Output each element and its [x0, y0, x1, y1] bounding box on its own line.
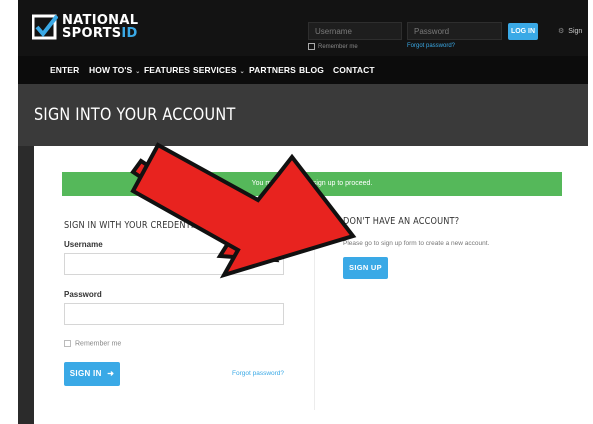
nav-item-services[interactable]: SERVICES ⌄	[193, 56, 245, 84]
nav-label: FEATURES	[144, 65, 190, 75]
remember-me[interactable]: Remember me	[64, 340, 121, 347]
column-divider	[314, 230, 315, 410]
remember-label: Remember me	[75, 340, 122, 348]
remember-checkbox[interactable]	[64, 340, 71, 347]
header-remember-me[interactable]: Remember me	[308, 43, 358, 50]
logo-line-sports: SPORTSID	[62, 27, 138, 40]
password-input[interactable]	[64, 303, 284, 325]
info-alert: You must sign in or sign up to proceed.	[62, 172, 562, 196]
nav-label: ENTER	[50, 65, 80, 75]
signup-description: Please go to sign up form to create a ne…	[343, 240, 490, 247]
username-input[interactable]	[64, 253, 284, 275]
nav-label: HOW TO'S	[89, 65, 133, 75]
header-login-button[interactable]: LOG IN	[508, 23, 538, 40]
remember-label: Remember me	[318, 44, 358, 51]
forgot-password-link[interactable]: Forgot password?	[232, 370, 284, 377]
logo-sports: SPORTS	[62, 26, 122, 41]
chevron-down-icon: ⌄	[135, 69, 141, 75]
nav-item-contact[interactable]: CONTACT	[333, 56, 375, 84]
page-title: SIGN INTO YOUR ACCOUNT	[34, 105, 236, 125]
sign-in-arrow-icon: ➜	[107, 369, 115, 378]
header-sign-link[interactable]: ⚙ Sign	[558, 27, 582, 35]
sign-in-button[interactable]: SIGN IN ➜	[64, 362, 120, 386]
header-forgot-password-link[interactable]: Forgot password?	[407, 43, 455, 49]
nav-item-partners[interactable]: PARTNERS	[249, 56, 296, 84]
nav-label: SERVICES	[193, 65, 237, 75]
nav-item-features[interactable]: FEATURES	[144, 56, 190, 84]
main-nav: ENTER HOW TO'S ⌄ FEATURES SERVICES ⌄ PARTN…	[18, 56, 588, 84]
signup-heading: DON'T HAVE AN ACCOUNT?	[343, 216, 460, 227]
remember-checkbox[interactable]	[308, 43, 315, 50]
checkbox-logo-icon	[32, 14, 58, 40]
top-bar: NATIONAL SPORTSID Remember me Forgot pas…	[18, 0, 588, 56]
nav-label: CONTACT	[333, 65, 375, 75]
signin-heading: SIGN IN WITH YOUR CREDENTIALS	[64, 220, 210, 231]
header-password-input[interactable]	[407, 22, 502, 40]
header-username-input[interactable]	[308, 22, 402, 40]
logo-id: ID	[121, 26, 138, 41]
nav-item-enter[interactable]: ENTER	[50, 56, 79, 84]
sign-in-label: SIGN IN	[69, 369, 102, 378]
signin-panel: You must sign in or sign up to proceed. …	[34, 146, 588, 424]
site-logo[interactable]: NATIONAL SPORTSID	[32, 13, 138, 43]
password-label: Password	[64, 290, 102, 299]
gear-icon: ⚙	[558, 28, 565, 35]
nav-item-how-tos[interactable]: HOW TO'S ⌄	[89, 56, 140, 84]
nav-item-blog[interactable]: BLOG	[299, 56, 324, 84]
nav-label: PARTNERS	[249, 65, 296, 75]
sign-label: Sign	[568, 28, 583, 35]
browser-viewport: NATIONAL SPORTSID Remember me Forgot pas…	[18, 0, 588, 424]
logo-text: NATIONAL SPORTSID	[62, 14, 138, 40]
sign-up-button[interactable]: SIGN UP	[343, 257, 388, 279]
chevron-down-icon: ⌄	[239, 69, 245, 75]
nav-label: BLOG	[299, 65, 324, 75]
username-label: Username	[64, 240, 103, 249]
